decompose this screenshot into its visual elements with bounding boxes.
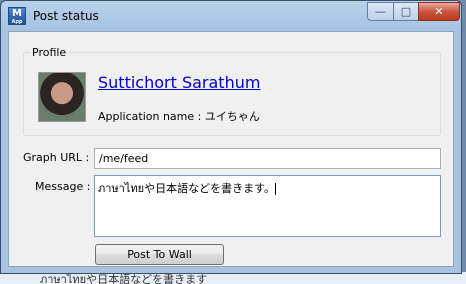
message-text: ภาษาไทยや日本語などを書きます。 (98, 182, 275, 195)
profile-group: Profile Suttichort Sarathum Application … (23, 46, 441, 136)
title-bar[interactable]: M App Post status — □ ✕ (1, 1, 461, 31)
app-icon: M App (8, 7, 26, 25)
maximize-button[interactable]: □ (393, 2, 419, 21)
text-caret (274, 183, 276, 195)
user-name-link[interactable]: Suttichort Sarathum (98, 73, 260, 92)
maximize-icon: □ (400, 5, 412, 18)
close-icon: ✕ (434, 5, 444, 18)
window-title: Post status (33, 9, 99, 23)
message-label: Message : (35, 180, 91, 193)
application-name-value: ユイちゃん (204, 110, 260, 123)
app-icon-subtext: App (11, 19, 23, 25)
profile-legend: Profile (32, 46, 67, 59)
post-to-wall-button[interactable]: Post To Wall (95, 244, 224, 265)
message-textarea[interactable]: ภาษาไทยや日本語などを書きます。 (94, 175, 441, 237)
graph-url-label: Graph URL : (23, 151, 90, 164)
graph-url-input[interactable] (94, 148, 441, 169)
avatar (38, 72, 86, 122)
minimize-button[interactable]: — (367, 2, 394, 21)
window-client-area: Profile Suttichort Sarathum Application … (8, 31, 454, 267)
minimize-icon: — (375, 5, 386, 18)
close-button[interactable]: ✕ (418, 2, 460, 21)
application-name-label: Application name : (98, 110, 205, 123)
post-status-window: M App Post status — □ ✕ Profile Sutticho… (0, 0, 462, 274)
application-name-line: Application name : ユイちゃん (98, 108, 260, 124)
app-icon-letter: M (12, 8, 22, 19)
